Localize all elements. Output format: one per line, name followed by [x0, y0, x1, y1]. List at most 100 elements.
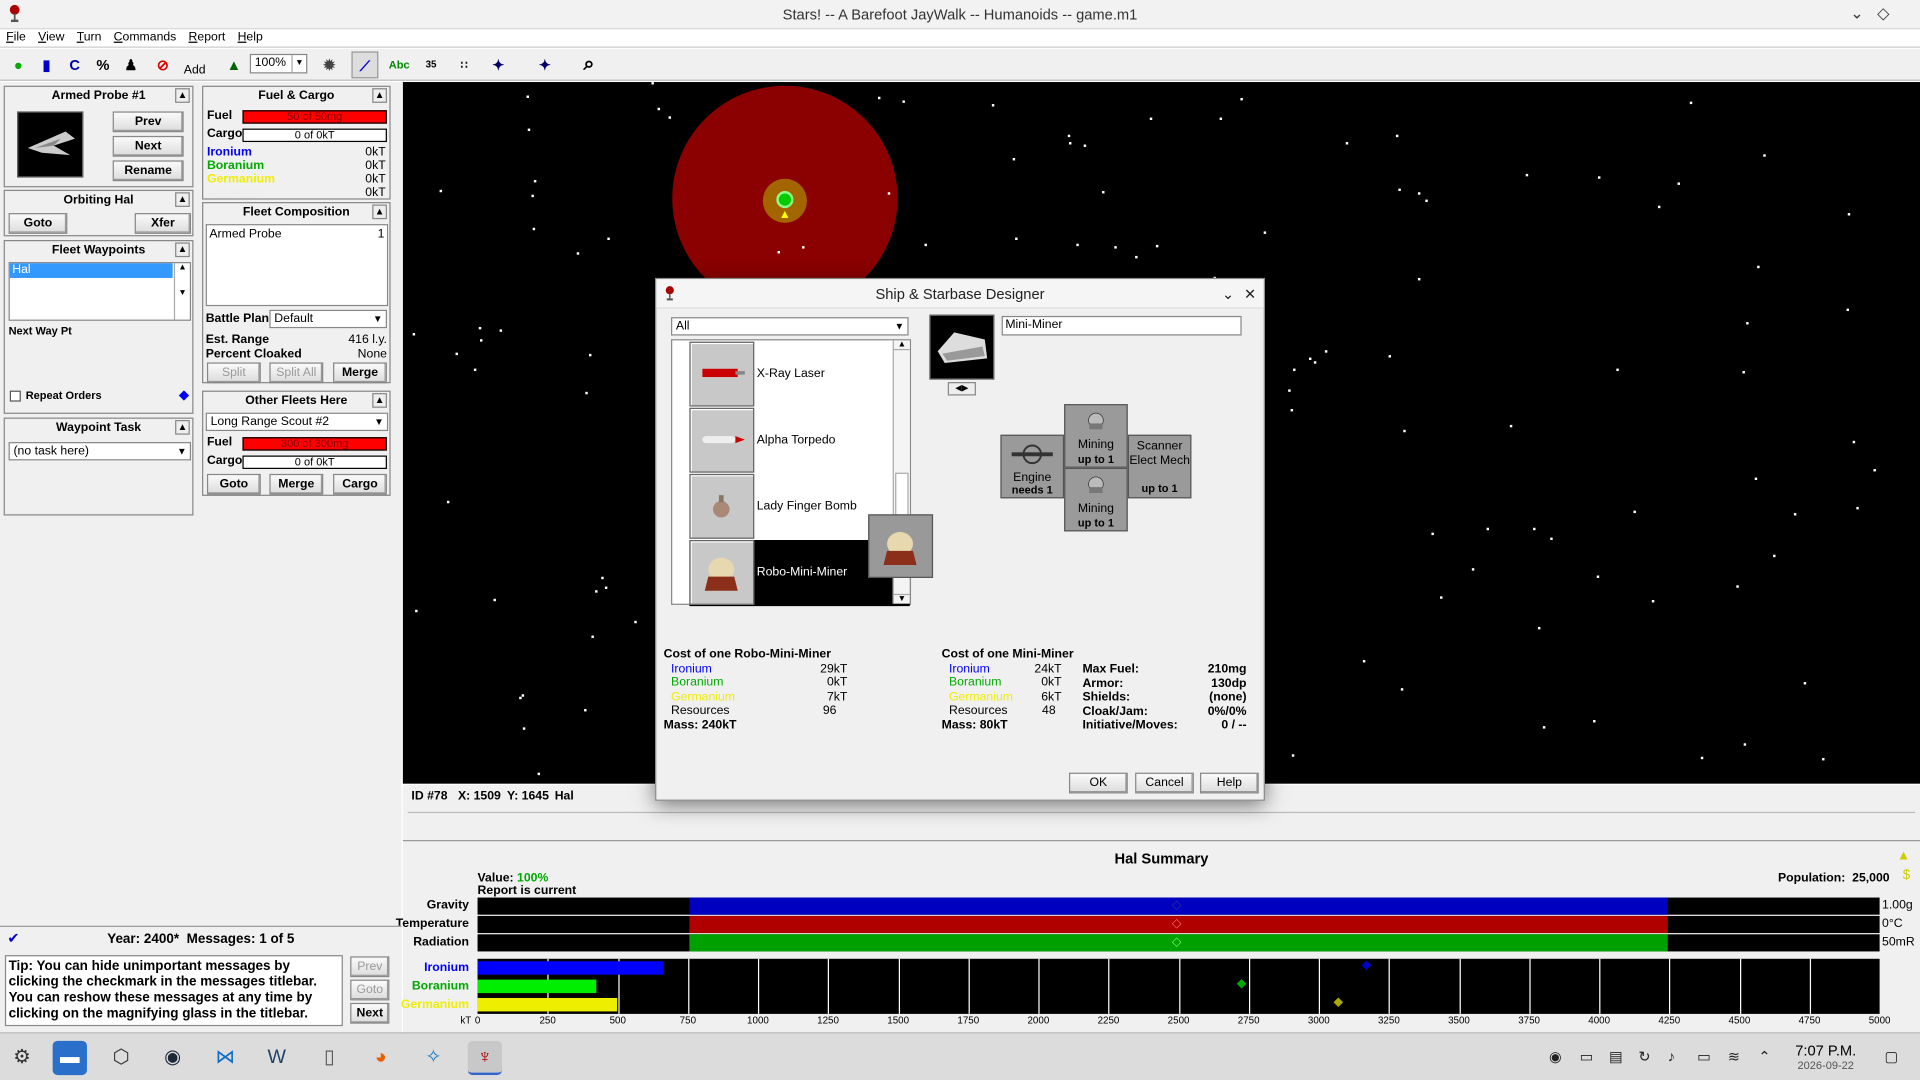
file-manager-icon[interactable]: ▬ — [52, 1040, 87, 1076]
chevron-down-icon[interactable]: ⌄ — [1222, 279, 1234, 308]
add-waypoint-button[interactable]: Add — [181, 58, 208, 85]
collapse-icon[interactable]: ▲ — [372, 88, 387, 103]
scanner-slot[interactable]: Scanner Elect Mech up to 1 — [1127, 434, 1192, 499]
planet-hal[interactable] — [776, 191, 794, 209]
enemy-fleet-filter-icon[interactable]: ✦ — [531, 51, 558, 78]
expand-tray-icon[interactable]: ⌃ — [1758, 1048, 1770, 1065]
scrollbar[interactable]: ▲ ▼ — [173, 263, 190, 320]
waypoint-list[interactable]: Hal ▲ ▼ — [8, 262, 192, 321]
fleet-paths-icon[interactable]: ⟋ — [351, 51, 379, 79]
waypoint-task-select[interactable]: (no task here) ▼ — [8, 442, 192, 461]
menu-turn[interactable]: Turn — [71, 29, 108, 44]
component-filter-select[interactable]: All ▼ — [671, 317, 909, 336]
clipboard-icon[interactable]: ▤ — [1609, 1048, 1623, 1065]
concentration-icon[interactable]: C — [61, 51, 88, 78]
ok-button[interactable]: OK — [1068, 772, 1128, 794]
maximize-icon[interactable]: ◇ — [1877, 4, 1889, 24]
menu-report[interactable]: Report — [182, 29, 231, 44]
cargo-bar[interactable]: 0 of 0kT — [242, 128, 387, 143]
waypoint-item[interactable]: Hal — [9, 263, 173, 278]
design-name-input[interactable]: Mini-Miner — [1001, 315, 1242, 336]
battle-plan-select[interactable]: Default ▼ — [269, 309, 387, 329]
message-goto-button[interactable]: Goto — [350, 979, 390, 1001]
show-names-icon[interactable]: Abc — [386, 51, 413, 78]
mining-slot-2[interactable]: Mining up to 1 — [1064, 467, 1128, 532]
collapse-icon[interactable]: ▲ — [175, 420, 190, 435]
collapse-icon[interactable]: ▲ — [175, 192, 190, 207]
menu-view[interactable]: View — [32, 29, 71, 44]
engine-slot[interactable]: Engine needs 1 — [1000, 434, 1065, 499]
component-item[interactable]: Alpha Torpedo — [689, 407, 909, 474]
fleet-marker-icon[interactable]: ▲ — [779, 208, 791, 221]
xfer-button[interactable]: Xfer — [134, 213, 192, 234]
component-item[interactable]: X-Ray Laser — [689, 341, 909, 408]
hull-selector-arrows[interactable]: ◀▶ — [947, 382, 976, 396]
menu-commands[interactable]: Commands — [108, 29, 183, 44]
collapse-icon[interactable]: ▲ — [372, 393, 387, 408]
steam-tray-icon[interactable]: ◉ — [1549, 1048, 1562, 1065]
minimize-icon[interactable]: ⌄ — [1850, 4, 1863, 24]
start-menu-icon[interactable]: ⚙ — [5, 1041, 39, 1075]
planet-names-icon[interactable]: ✹ — [316, 51, 343, 78]
split-button[interactable]: Split — [206, 362, 261, 384]
wifi-icon[interactable]: ≋ — [1728, 1048, 1740, 1065]
composition-list[interactable]: Armed Probe 1 — [205, 224, 389, 307]
vscode-icon[interactable]: ⋈ — [208, 1041, 242, 1075]
message-next-button[interactable]: Next — [350, 1002, 390, 1024]
merge-button[interactable]: Merge — [333, 362, 387, 384]
mining-slot[interactable]: Mining up to 1 — [1064, 404, 1128, 468]
scanner-range-icon[interactable]: 35 — [418, 51, 445, 78]
text-editor-icon[interactable]: W — [260, 1041, 294, 1075]
other-fleet-select[interactable]: Long Range Scout #2 ▼ — [205, 412, 389, 432]
other-goto-button[interactable]: Goto — [206, 473, 261, 495]
percent-view-icon[interactable]: % — [89, 51, 116, 78]
no-player-info-icon[interactable]: ⊘ — [149, 51, 176, 78]
normal-view-icon[interactable]: ● — [5, 51, 32, 78]
prev-fleet-button[interactable]: Prev — [112, 111, 184, 133]
other-merge-button[interactable]: Merge — [269, 473, 324, 495]
menu-help[interactable]: Help — [231, 29, 268, 44]
prev-planet-icon[interactable]: ▲ — [1897, 849, 1910, 864]
sync-icon[interactable]: ↻ — [1638, 1048, 1650, 1065]
terminal-tray-icon[interactable]: ▭ — [1580, 1048, 1594, 1065]
surface-minerals-icon[interactable]: ▮ — [33, 51, 60, 78]
repeat-orders-checkbox[interactable] — [9, 390, 21, 402]
battery-icon[interactable]: ▭ — [1697, 1048, 1711, 1065]
fleet-filter-icon[interactable]: ✦ — [485, 51, 512, 78]
cancel-button[interactable]: Cancel — [1135, 772, 1194, 794]
drag-component-preview[interactable] — [868, 514, 934, 578]
split-all-button[interactable]: Split All — [269, 362, 324, 384]
ship-type[interactable]: Armed Probe — [209, 228, 281, 241]
fuel-bar[interactable]: 50 of 50mg — [242, 110, 387, 124]
stars-app-icon[interactable]: ♆ — [467, 1040, 503, 1076]
clock[interactable]: 7:07 P.M. 2026-09-22 — [1783, 1042, 1869, 1071]
rename-button[interactable]: Rename — [112, 160, 184, 182]
repeat-icon[interactable]: ◆ — [179, 387, 189, 403]
scroll-down-icon[interactable]: ▼ — [893, 593, 910, 604]
scroll-thumb[interactable] — [895, 472, 909, 517]
collapse-icon[interactable]: ▲ — [175, 242, 190, 258]
help-button[interactable]: Help — [1200, 772, 1259, 794]
close-icon[interactable]: ✕ — [1244, 279, 1256, 308]
ship-design-icon[interactable]: ▲ — [220, 51, 247, 78]
menu-file[interactable]: File — [0, 29, 32, 44]
show-desktop-icon[interactable]: ▢ — [1885, 1048, 1899, 1065]
population-view-icon[interactable]: ♟ — [118, 51, 145, 78]
scroll-up-icon[interactable]: ▲ — [893, 340, 910, 351]
volume-icon[interactable]: ♪ — [1668, 1048, 1675, 1065]
collapse-icon[interactable]: ▲ — [175, 88, 190, 103]
zoom-select[interactable]: 100% ▼ — [249, 53, 308, 74]
firefox-icon[interactable]: ◕ — [364, 1041, 398, 1075]
other-cargo-button[interactable]: Cargo — [333, 473, 387, 495]
goto-button[interactable]: Goto — [8, 213, 68, 234]
remote-desktop-icon[interactable]: ✧ — [416, 1041, 450, 1075]
minefields-icon[interactable]: ∷ — [451, 51, 478, 78]
money-icon[interactable]: $ — [1903, 868, 1911, 883]
message-prev-button[interactable]: Prev — [350, 956, 390, 978]
unity-icon[interactable]: ⬡ — [104, 1041, 138, 1075]
document-icon[interactable]: ▯ — [312, 1041, 346, 1075]
next-fleet-button[interactable]: Next — [112, 135, 184, 157]
magnifier-icon[interactable]: ⌕ — [576, 51, 603, 78]
steam-icon[interactable]: ◉ — [156, 1041, 190, 1075]
collapse-icon[interactable]: ▲ — [372, 204, 387, 220]
